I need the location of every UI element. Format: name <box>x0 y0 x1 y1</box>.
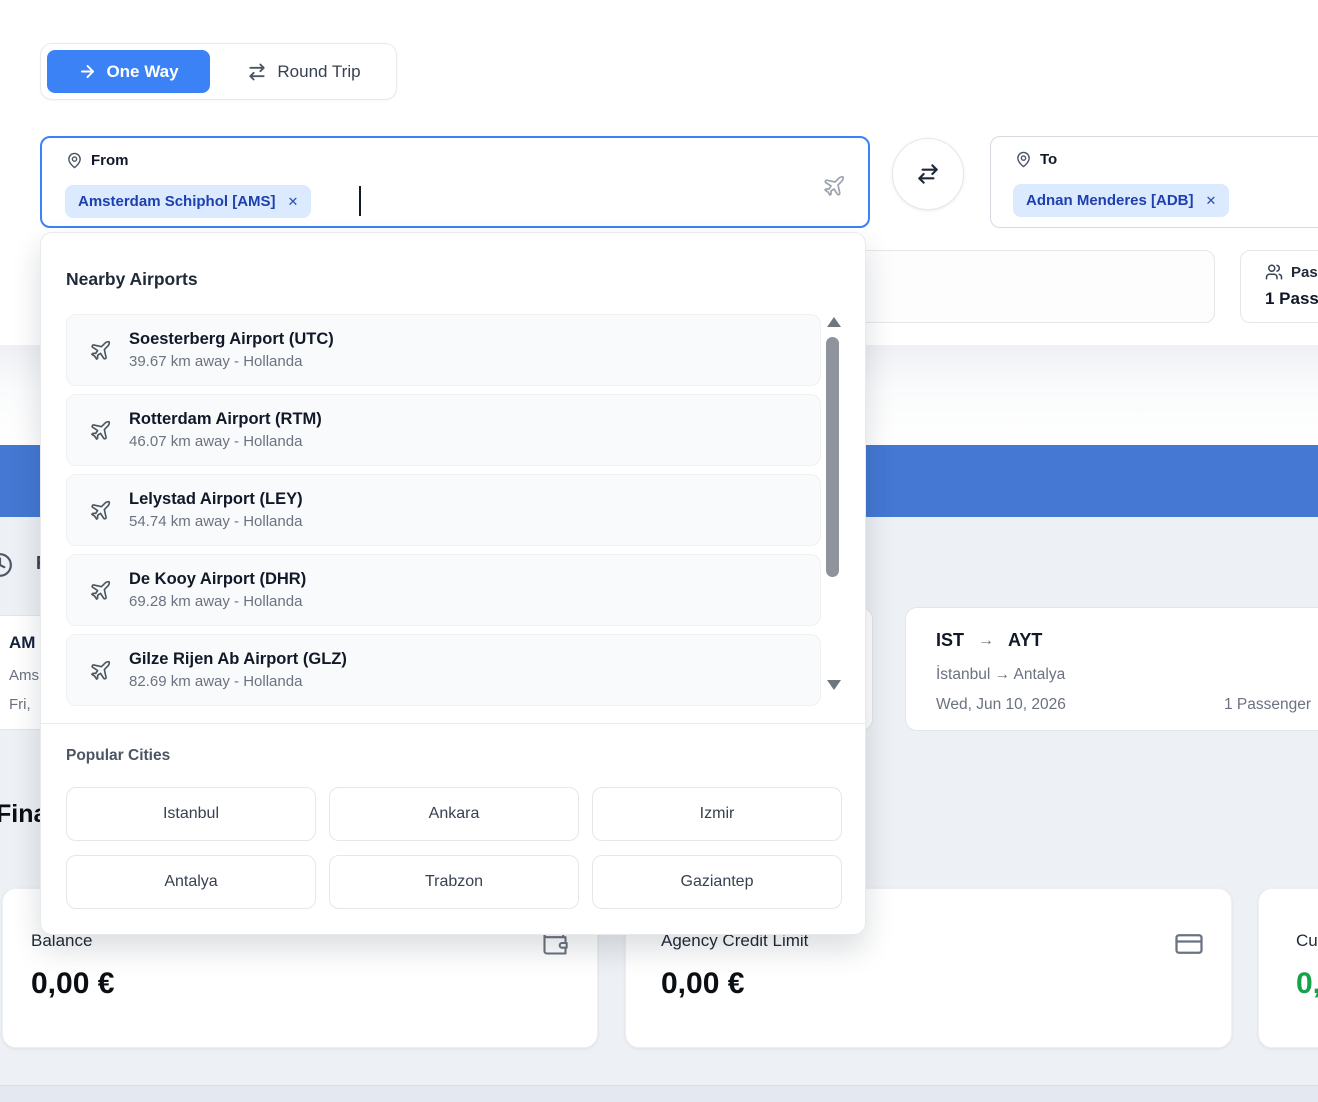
airport-name: Soesterberg Airport (UTC) <box>129 330 334 349</box>
recent-search-card[interactable]: IST → AYT İstanbul → Antalya Wed, Jun 10… <box>905 607 1318 731</box>
users-icon <box>1265 263 1283 281</box>
recent-route-codes: AM <box>9 633 35 653</box>
plane-icon <box>822 174 846 198</box>
balance-value: 0,00 € <box>31 967 114 1001</box>
city-button-antalya[interactable]: Antalya <box>66 855 316 909</box>
airport-name: De Kooy Airport (DHR) <box>129 570 306 589</box>
to-chip-label: Adnan Menderes [ADB] <box>1026 192 1194 209</box>
scroll-down-icon[interactable] <box>827 680 841 690</box>
agency-credit-value: 0,00 € <box>661 967 744 1001</box>
footer-strip <box>0 1085 1318 1102</box>
city-button-gaziantep[interactable]: Gaziantep <box>592 855 842 909</box>
swap-arrows-icon <box>915 161 941 187</box>
clock-icon <box>0 552 13 578</box>
nearby-airports-title: Nearby Airports <box>66 269 198 290</box>
from-chip-label: Amsterdam Schiphol [AMS] <box>78 193 276 210</box>
airport-name: Gilze Rijen Ab Airport (GLZ) <box>129 650 347 669</box>
swap-route-button[interactable] <box>892 138 964 210</box>
plane-icon <box>89 499 112 522</box>
passengers-value: 1 Pass <box>1265 289 1318 309</box>
one-way-button[interactable]: One Way <box>47 50 210 93</box>
popular-cities-title: Popular Cities <box>66 747 170 765</box>
to-label-row: To <box>1015 151 1057 168</box>
recent-route-date: Fri, <box>9 696 31 713</box>
to-airport-chip[interactable]: Adnan Menderes [ADB] ✕ <box>1013 184 1229 217</box>
recent-route-meta: Wed, Jun 10, 2026 1 Passenger <box>936 696 1311 714</box>
city-button-izmir[interactable]: Izmir <box>592 787 842 841</box>
round-trip-button[interactable]: Round Trip <box>218 50 390 93</box>
recent-route-date: Wed, Jun 10, 2026 <box>936 696 1066 714</box>
plane-icon <box>89 339 112 362</box>
recent-route-passengers: 1 Passenger <box>1224 696 1311 714</box>
plane-icon <box>89 419 112 442</box>
airport-name: Rotterdam Airport (RTM) <box>129 410 322 429</box>
airport-option[interactable]: Lelystad Airport (LEY) 54.74 km away - H… <box>66 474 821 546</box>
recent-route-codes: IST → AYT <box>936 630 1042 651</box>
recent-route-cities: İstanbul → Antalya <box>936 666 1065 684</box>
currency-label: Cu <box>1296 931 1318 951</box>
plane-icon <box>89 579 112 602</box>
map-pin-icon <box>66 152 83 169</box>
swap-arrows-icon <box>247 62 267 82</box>
city-button-istanbul[interactable]: Istanbul <box>66 787 316 841</box>
from-airport-chip[interactable]: Amsterdam Schiphol [AMS] ✕ <box>65 185 311 218</box>
airport-option[interactable]: De Kooy Airport (DHR) 69.28 km away - Ho… <box>66 554 821 626</box>
city-button-trabzon[interactable]: Trabzon <box>329 855 579 909</box>
from-label: From <box>91 152 129 169</box>
divider <box>41 723 865 724</box>
scroll-up-icon[interactable] <box>827 317 841 327</box>
airport-option[interactable]: Gilze Rijen Ab Airport (GLZ) 82.69 km aw… <box>66 634 821 706</box>
close-icon[interactable]: ✕ <box>288 194 299 210</box>
passengers-field[interactable]: Pas 1 Pass <box>1240 250 1318 323</box>
airport-distance: 39.67 km away - Hollanda <box>129 353 334 370</box>
recent-route-cities: Ams <box>9 667 39 684</box>
scrollbar-thumb[interactable] <box>826 337 839 577</box>
map-pin-icon <box>1015 151 1032 168</box>
text-cursor <box>359 186 361 216</box>
close-icon[interactable]: ✕ <box>1206 193 1217 209</box>
arrow-right-icon <box>78 62 97 81</box>
from-label-row: From <box>66 152 129 169</box>
airport-distance: 69.28 km away - Hollanda <box>129 593 306 610</box>
credit-card-icon <box>1174 929 1204 959</box>
from-field[interactable]: From Amsterdam Schiphol [AMS] ✕ <box>40 136 870 228</box>
destination-code: AYT <box>1008 630 1042 651</box>
passengers-label: Pas <box>1291 264 1318 281</box>
airport-distance: 82.69 km away - Hollanda <box>129 673 347 690</box>
origin-code: IST <box>936 630 964 651</box>
airport-suggestions-dropdown: Nearby Airports Soesterberg Airport (UTC… <box>40 232 866 935</box>
airport-name: Lelystad Airport (LEY) <box>129 490 303 509</box>
one-way-label: One Way <box>106 62 178 82</box>
arrow-right-icon: → <box>978 632 994 650</box>
to-label: To <box>1040 151 1057 168</box>
plane-icon <box>89 659 112 682</box>
airport-option[interactable]: Rotterdam Airport (RTM) 46.07 km away - … <box>66 394 821 466</box>
popular-cities-grid: Istanbul Ankara Izmir Antalya Trabzon Ga… <box>66 787 842 909</box>
currency-value: 0, <box>1296 967 1318 1001</box>
city-button-ankara[interactable]: Ankara <box>329 787 579 841</box>
airport-distance: 46.07 km away - Hollanda <box>129 433 322 450</box>
currency-card: Cu 0, <box>1258 888 1318 1048</box>
passengers-label-row: Pas <box>1265 263 1318 281</box>
to-field[interactable]: To Adnan Menderes [ADB] ✕ <box>990 136 1318 228</box>
round-trip-label: Round Trip <box>277 62 360 82</box>
airport-option[interactable]: Soesterberg Airport (UTC) 39.67 km away … <box>66 314 821 386</box>
flight-search-page: One Way Round Trip From Amsterdam Schiph… <box>0 0 1318 1102</box>
list-scrollbar[interactable] <box>825 317 843 702</box>
airport-distance: 54.74 km away - Hollanda <box>129 513 303 530</box>
